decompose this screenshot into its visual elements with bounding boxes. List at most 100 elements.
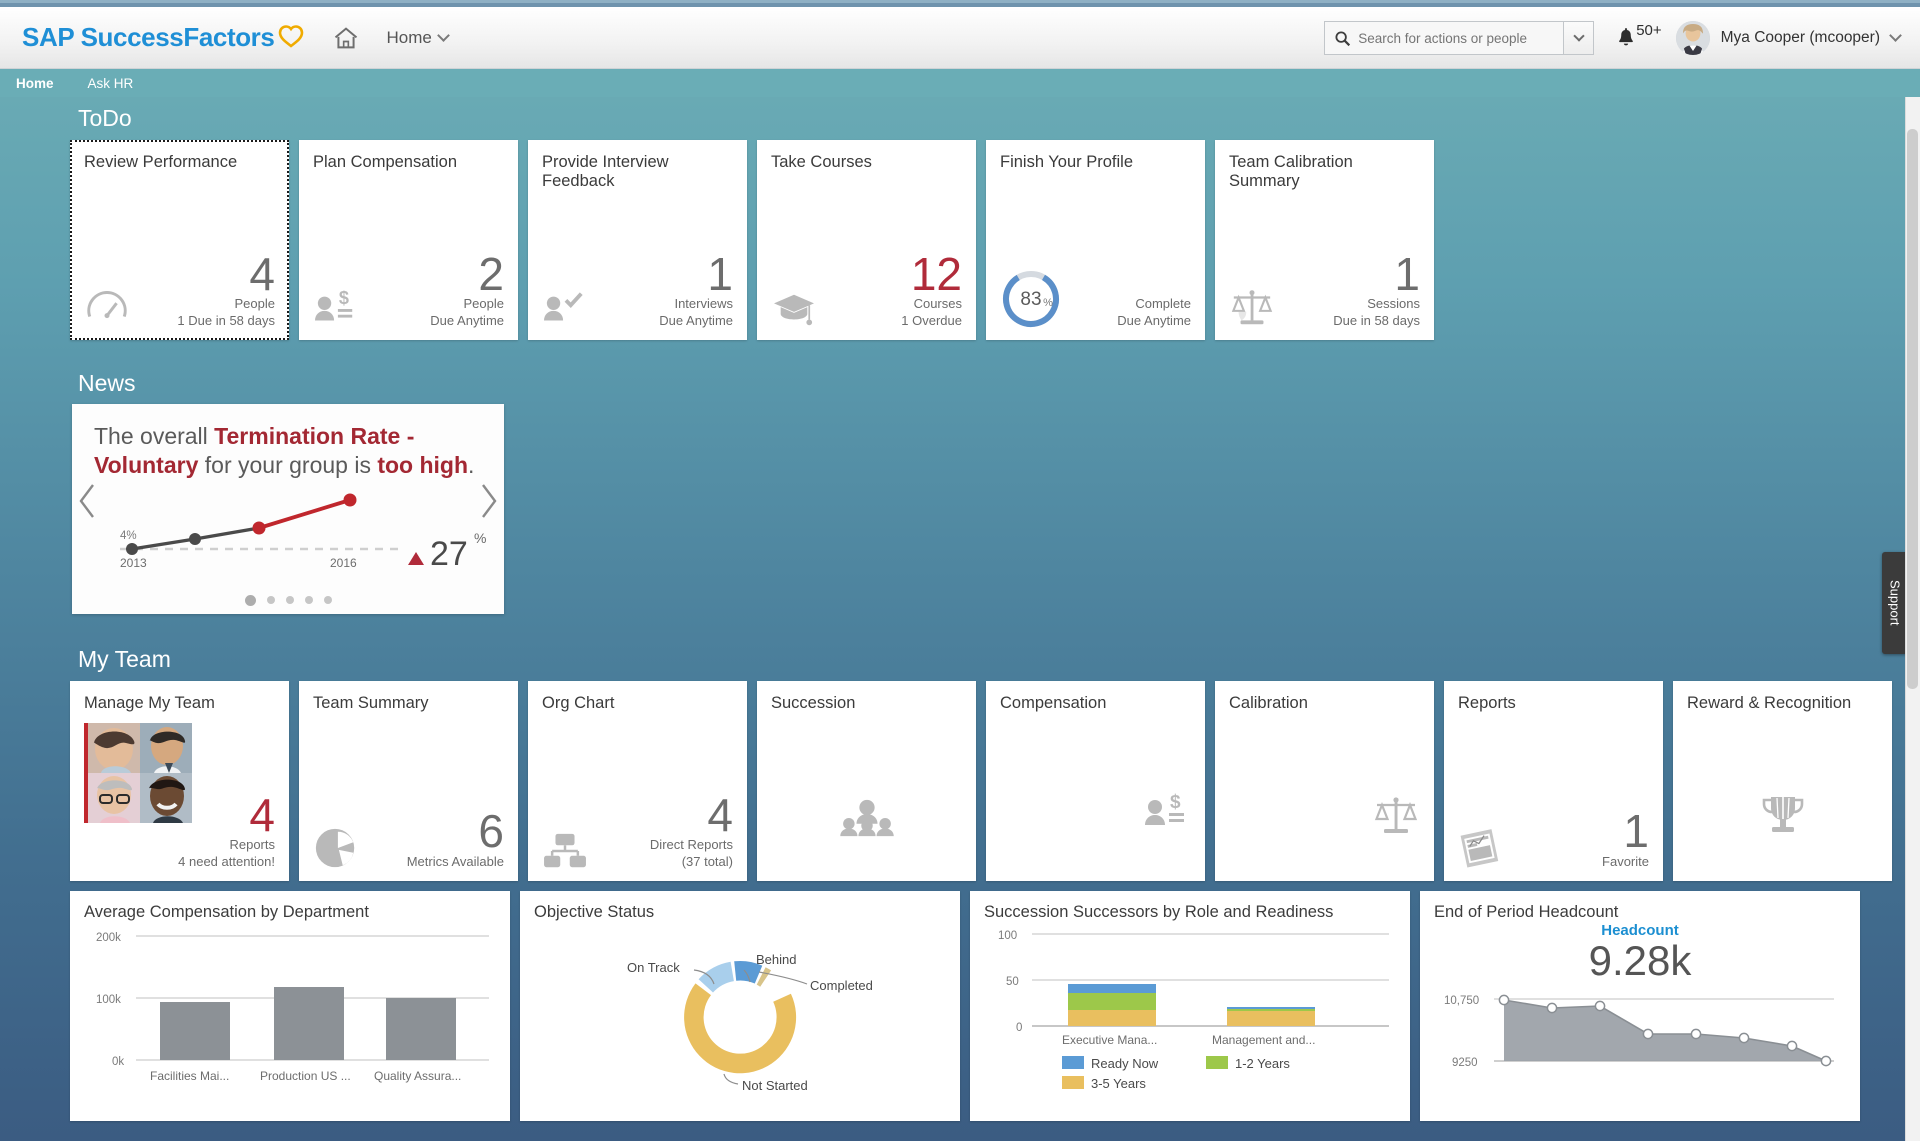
tile-value: 12: [910, 247, 962, 300]
chart-title: Objective Status: [534, 903, 655, 921]
chart-title: End of Period Headcount: [1434, 903, 1619, 921]
stacked-bar-chart: 100 50 0 Executive Mana... Management an…: [998, 930, 1389, 1091]
search-icon: [1335, 30, 1351, 46]
team-tile-compensation[interactable]: Compensation $: [986, 681, 1205, 881]
tile-note: Due Anytime: [659, 313, 733, 329]
legend-label-1-2-years: 1-2 Years: [1235, 1056, 1290, 1071]
carousel-dot[interactable]: [244, 595, 256, 606]
avatar[interactable]: [1675, 21, 1710, 55]
person-dollar-icon: $: [315, 288, 353, 321]
bar: [160, 1002, 230, 1060]
chart-tile-succession-successors[interactable]: Succession Successors by Role and Readin…: [970, 891, 1410, 1121]
tile-unit: Interviews: [674, 296, 733, 312]
tile-value: 4: [249, 788, 275, 841]
tile-title: Reports: [1458, 694, 1516, 712]
tile-title: Take Courses: [771, 153, 872, 171]
todo-tile-review-performance[interactable]: Review Performance 4 People 1 Due in 58 …: [70, 140, 289, 340]
tile-note: 4 need attention!: [178, 854, 275, 870]
chart-tile-average-compensation-by-department[interactable]: Average Compensation by Department 200k …: [70, 891, 510, 1121]
heart-icon: [279, 24, 304, 48]
tile-unit: People: [463, 296, 504, 312]
chart-tile-objective-status[interactable]: Objective Status On Track Behind Complet…: [520, 891, 960, 1121]
page-canvas: ToDo Review Performance 4 People 1 Due i…: [0, 97, 1920, 1141]
bar-segment-1-2-years: [1227, 1009, 1315, 1011]
news-point: [343, 493, 357, 507]
tile-value: 6: [478, 805, 504, 858]
carousel-dot[interactable]: [266, 596, 275, 604]
carousel-dot[interactable]: [304, 596, 313, 604]
news-card[interactable]: The overall Termination Rate - Voluntary…: [72, 404, 504, 614]
search-dropdown-button[interactable]: [1564, 21, 1595, 55]
team-tile-manage-my-team[interactable]: Manage My Team 4 Reports 4 need attentio…: [70, 681, 289, 881]
app-logo-text: SAP SuccessFactors: [22, 22, 275, 52]
carousel-dot[interactable]: [323, 596, 332, 604]
tile-unit: Favorite: [1602, 854, 1649, 870]
app-logo[interactable]: SAP SuccessFactors: [22, 22, 304, 53]
data-point: [1690, 1028, 1702, 1040]
tile-title: Team Calibration Summary: [1229, 153, 1353, 191]
nav-item-ask-hr[interactable]: Ask HR: [88, 76, 134, 91]
callout-line: [723, 1073, 739, 1085]
team-tile-team-summary[interactable]: Team Summary 6 Metrics Available: [299, 681, 518, 881]
chevron-down-icon[interactable]: [1889, 29, 1902, 42]
team-tile-org-chart[interactable]: Org Chart 4 Direct Reports (37 total): [528, 681, 747, 881]
bar-segment-ready-now: [1068, 984, 1156, 993]
bar-segment-ready-now: [1227, 1007, 1315, 1009]
tile-note: (37 total): [681, 854, 733, 870]
x-tick-0: Executive Mana...: [1062, 1033, 1157, 1047]
x-tick-0: Facilities Mai...: [150, 1069, 229, 1083]
data-point: [1594, 1000, 1606, 1012]
data-point: [1498, 994, 1510, 1006]
team-tile-reports[interactable]: Reports 1 Favorite: [1444, 681, 1663, 881]
donut-label-completed: Completed: [810, 978, 873, 993]
team-tile-calibration[interactable]: Calibration: [1215, 681, 1434, 881]
donut-label-behind: Behind: [756, 952, 796, 967]
todo-tile-take-courses[interactable]: Take Courses 12 Courses 1 Overdue: [757, 140, 976, 340]
todo-tile-finish-your-profile[interactable]: Finish Your Profile 83 % Complete Due An…: [986, 140, 1205, 340]
browser-top-strip: [0, 0, 1920, 7]
carousel-dot[interactable]: [285, 596, 294, 604]
graduation-cap-icon: [774, 294, 814, 326]
tile-value: 4: [707, 788, 733, 841]
avatar-photo: [140, 723, 192, 773]
home-icon[interactable]: [332, 24, 360, 52]
news-headline-part-0: The overall: [94, 423, 215, 449]
team-tile-reward-recognition[interactable]: Reward & Recognition: [1673, 681, 1892, 881]
donut-percent-symbol: %: [1043, 297, 1053, 309]
tile-title: Review Performance: [84, 153, 238, 171]
home-dropdown[interactable]: Home: [386, 28, 450, 48]
todo-tile-row: Review Performance 4 People 1 Due in 58 …: [70, 140, 1920, 340]
browser-strip-inner: [0, 0, 1920, 3]
scrollbar-thumb[interactable]: [1907, 129, 1918, 689]
chevron-right-icon[interactable]: [478, 482, 500, 520]
callout-line: [758, 971, 808, 985]
todo-tile-provide-interview-feedback[interactable]: Provide Interview Feedback 1 Interviews …: [528, 140, 747, 340]
chevron-left-icon[interactable]: [76, 482, 98, 520]
news-point: [126, 542, 138, 555]
section-title-my-team: My Team: [78, 646, 171, 672]
news-trend-chart: 4% 2013 2016 27 %: [120, 493, 486, 573]
bar-chart: 200k 100k 0k Facilities Mai... Productio…: [96, 932, 489, 1083]
notifications-button[interactable]: 50+: [1616, 22, 1662, 49]
todo-tile-plan-compensation[interactable]: Plan Compensation $ 2 People Due Anytime: [299, 140, 518, 340]
team-tile-succession[interactable]: Succession: [757, 681, 976, 881]
page-scrollbar[interactable]: [1905, 97, 1920, 1141]
chart-tile-row: Average Compensation by Department 200k …: [70, 891, 1920, 1121]
news-headline-part-2: for your group is: [198, 452, 378, 479]
triangle-up-icon: [408, 551, 424, 565]
search-input[interactable]: [1358, 30, 1544, 46]
chart-tile-end-of-period-headcount[interactable]: End of Period Headcount Headcount 9.28k …: [1420, 891, 1860, 1121]
search-box[interactable]: [1324, 21, 1565, 55]
tile-title: Finish Your Profile: [1000, 153, 1133, 171]
user-name[interactable]: Mya Cooper (mcooper): [1721, 29, 1880, 47]
news-carousel-dots: [72, 595, 504, 606]
section-title-todo: ToDo: [78, 105, 132, 131]
donut-percent-value: 83: [1020, 289, 1041, 310]
tile-title: Team Summary: [313, 694, 429, 712]
donut-label-not-started: Not Started: [742, 1078, 808, 1093]
nav-item-home[interactable]: Home: [16, 76, 54, 91]
bell-icon: [1619, 28, 1634, 46]
todo-tile-team-calibration-summary[interactable]: Team Calibration Summary 1 Sessions Due …: [1215, 140, 1434, 340]
x-tick-2: Quality Assura...: [374, 1069, 461, 1083]
group-people-icon: [839, 799, 894, 837]
